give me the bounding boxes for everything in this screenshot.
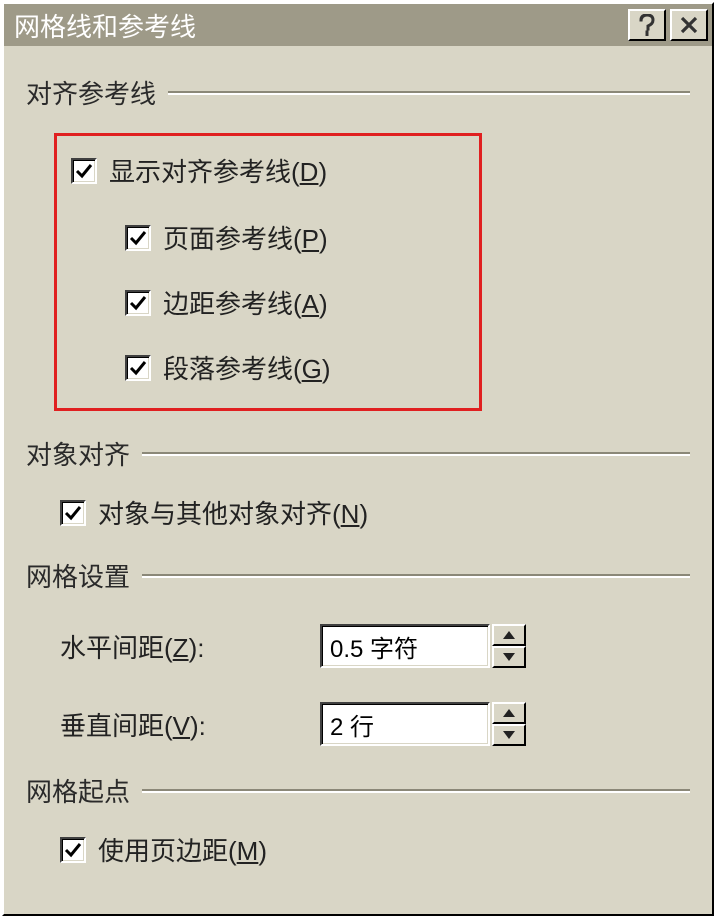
- vspacing-label: 垂直间距(V):: [60, 706, 320, 743]
- checkbox-label: 段落参考线(G): [163, 349, 331, 386]
- sub-options: 页面参考线(P) 边距参考线(A): [71, 219, 465, 386]
- spin-up-button[interactable]: [492, 624, 526, 646]
- group-rule: [142, 789, 690, 793]
- client-area: 对齐参考线 显示对齐参考线(D): [4, 46, 712, 868]
- spin-down-button[interactable]: [492, 724, 526, 746]
- checkbox-show-guides[interactable]: 显示对齐参考线(D): [71, 152, 465, 189]
- checkbox-icon: [60, 837, 86, 863]
- group-legend: 网格设置: [26, 557, 130, 594]
- titlebar: 网格线和参考线: [4, 4, 712, 46]
- row-vertical-spacing: 垂直间距(V): 2 行: [60, 702, 690, 746]
- vspacing-value[interactable]: 2 行: [320, 702, 490, 746]
- checkbox-icon: [125, 290, 151, 316]
- group-header-grid-settings: 网格设置: [26, 557, 690, 594]
- close-button[interactable]: [670, 9, 708, 41]
- window-title: 网格线和参考线: [14, 7, 196, 44]
- group-rule: [142, 574, 690, 578]
- group-legend: 对齐参考线: [26, 74, 156, 111]
- checkbox-icon: [71, 158, 97, 184]
- highlight-box: 显示对齐参考线(D) 页面参考线(P): [54, 133, 482, 411]
- checkbox-snap-objects[interactable]: 对象与其他对象对齐(N): [60, 494, 690, 531]
- checkbox-label: 使用页边距(M): [98, 831, 267, 868]
- spin-down-button[interactable]: [492, 646, 526, 668]
- group-header-grid-origin: 网格起点: [26, 772, 690, 809]
- checkbox-label: 边距参考线(A): [163, 284, 328, 321]
- checkbox-label: 页面参考线(P): [163, 219, 328, 256]
- group-legend: 对象对齐: [26, 435, 130, 472]
- group-grid-origin: 网格起点 使用页边距(M): [26, 772, 690, 868]
- group-object-align: 对象对齐 对象与其他对象对齐(N): [26, 435, 690, 531]
- spin-up-button[interactable]: [492, 702, 526, 724]
- window-buttons: [628, 9, 708, 41]
- group-rule: [168, 91, 690, 95]
- checkbox-icon: [125, 225, 151, 251]
- checkbox-use-margins[interactable]: 使用页边距(M): [60, 831, 690, 868]
- checkbox-paragraph-guides[interactable]: 段落参考线(G): [125, 349, 465, 386]
- group-header-object-align: 对象对齐: [26, 435, 690, 472]
- hspacing-label: 水平间距(Z):: [60, 628, 320, 665]
- spin-buttons: [492, 624, 526, 668]
- checkbox-page-guides[interactable]: 页面参考线(P): [125, 219, 465, 256]
- spin-buttons: [492, 702, 526, 746]
- hspacing-value[interactable]: 0.5 字符: [320, 624, 490, 668]
- group-grid-settings: 网格设置 水平间距(Z): 0.5 字符: [26, 557, 690, 746]
- checkbox-label: 对象与其他对象对齐(N): [98, 494, 368, 531]
- group-rule: [142, 452, 690, 456]
- checkbox-label: 显示对齐参考线(D): [109, 152, 327, 189]
- dialog-window: 网格线和参考线 对齐参考线: [2, 2, 714, 916]
- group-align-guides: 对齐参考线 显示对齐参考线(D): [26, 74, 690, 411]
- row-horizontal-spacing: 水平间距(Z): 0.5 字符: [60, 624, 690, 668]
- vspacing-spinner[interactable]: 2 行: [320, 702, 526, 746]
- hspacing-spinner[interactable]: 0.5 字符: [320, 624, 526, 668]
- group-legend: 网格起点: [26, 772, 130, 809]
- checkbox-icon: [125, 355, 151, 381]
- checkbox-icon: [60, 500, 86, 526]
- checkbox-margin-guides[interactable]: 边距参考线(A): [125, 284, 465, 321]
- help-button[interactable]: [628, 9, 666, 41]
- group-header-align-guides: 对齐参考线: [26, 74, 690, 111]
